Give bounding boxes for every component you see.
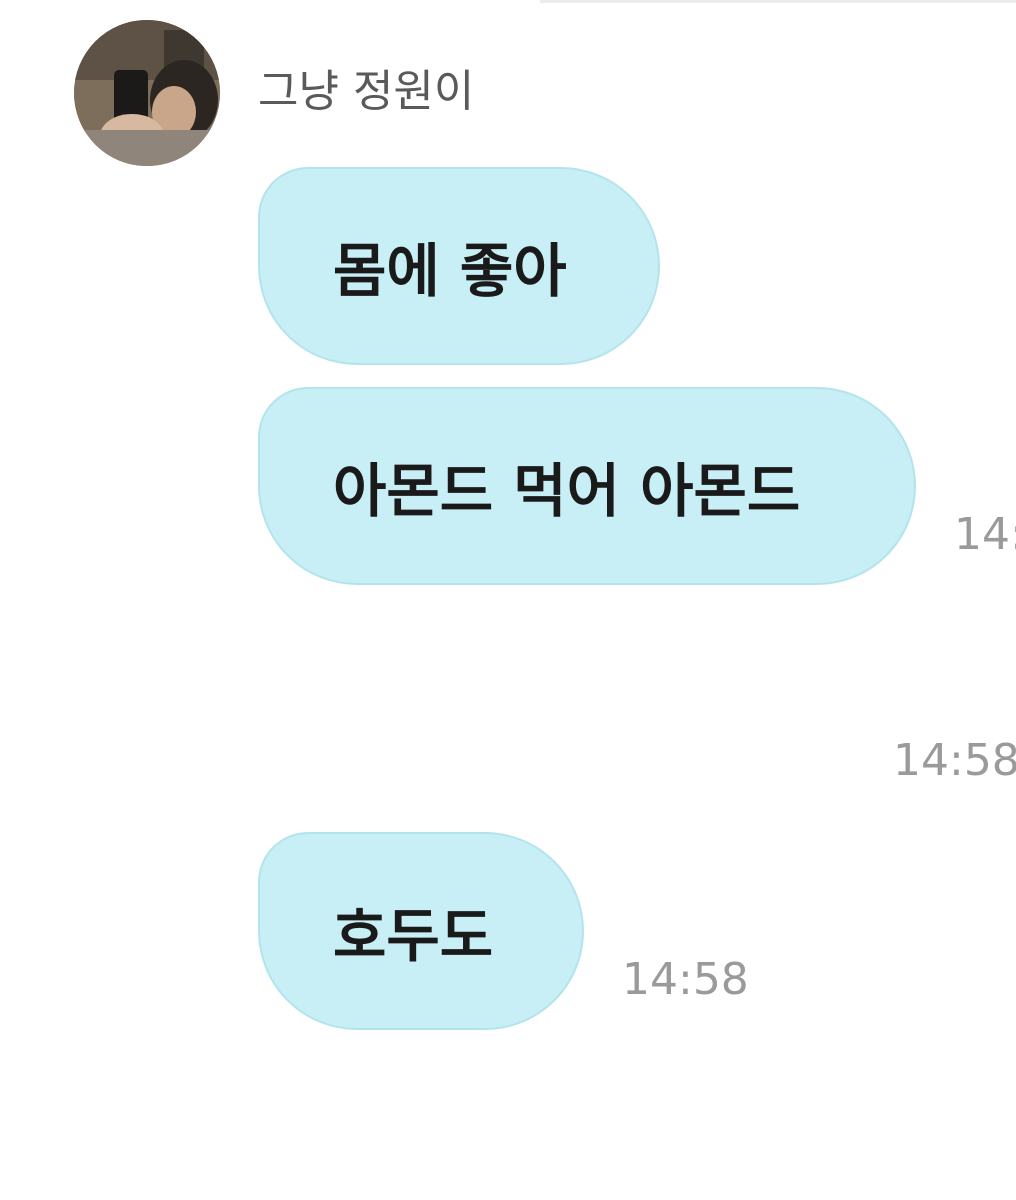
sender-avatar[interactable] — [74, 20, 220, 166]
message-bubble[interactable]: 호두도 — [258, 832, 584, 1030]
sender-name: 그냥 정원이 — [258, 66, 475, 117]
message-text: 호두도 — [333, 902, 494, 970]
message-time: 14: — [954, 509, 1016, 560]
message-text: 몸에 좋아 — [333, 237, 567, 305]
message-text: 아몬드 먹어 아몬드 — [333, 457, 801, 525]
message-time: 14:58 — [622, 954, 749, 1005]
top-divider — [540, 0, 1016, 3]
avatar-photo-icon — [74, 20, 220, 166]
message-bubble[interactable]: 몸에 좋아 — [258, 167, 660, 365]
message-bubble[interactable]: 아몬드 먹어 아몬드 — [258, 387, 916, 585]
message-time: 14:58 — [893, 735, 1016, 786]
